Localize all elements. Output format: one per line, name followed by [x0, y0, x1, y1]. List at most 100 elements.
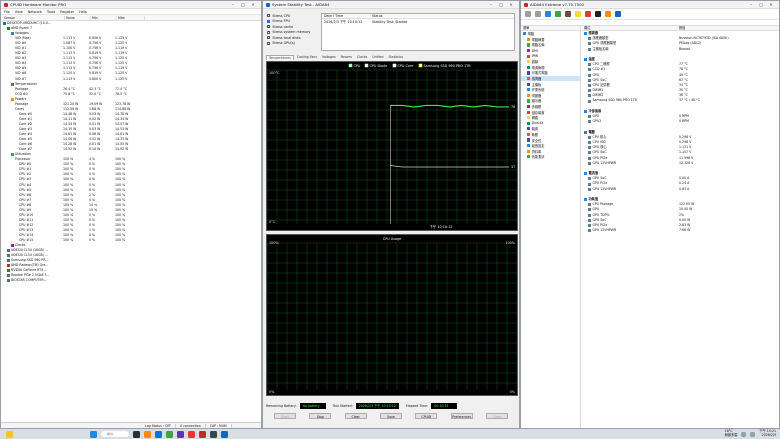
- aida-tree-item[interactable]: 效能測試: [521, 154, 580, 160]
- menu-item[interactable]: Help: [79, 10, 87, 14]
- aida-sensor-panel: 欄位 數值 感測器 感應器類型 Nuvoton NCT6797D (ISA A00h…: [582, 26, 779, 428]
- menu-item[interactable]: Tools: [47, 10, 55, 14]
- save-button[interactable]: Save: [379, 413, 402, 419]
- checkbox-icon[interactable]: [267, 36, 271, 40]
- hwmonitor-task-icon[interactable]: [188, 430, 195, 438]
- app2-task-icon[interactable]: [221, 430, 228, 438]
- close-icon[interactable]: ×: [766, 2, 776, 7]
- log-col-status: Status: [372, 14, 383, 18]
- back-icon[interactable]: [525, 11, 531, 17]
- tree-item-icon: [527, 127, 531, 131]
- column-min[interactable]: Min: [91, 15, 117, 20]
- column-value[interactable]: Value: [65, 15, 91, 20]
- legend-swatch[interactable]: [392, 63, 397, 68]
- stress-option-label: Stress GPU(s): [272, 41, 295, 46]
- network-icon[interactable]: [741, 431, 747, 437]
- task-view-icon[interactable]: [133, 430, 140, 438]
- stop-button[interactable]: Stop: [309, 413, 332, 419]
- taskbar-search[interactable]: 搜尋: [101, 431, 129, 437]
- tree-item-icon: [527, 65, 531, 69]
- tree-item-icon: [527, 76, 531, 81]
- stability-titlebar[interactable]: System Stability Test - AIDA64 – □ ×: [263, 1, 519, 9]
- log-col-datetime: Date / Time: [324, 14, 344, 18]
- graph-tab[interactable]: Statistics: [387, 55, 406, 60]
- legend-swatch[interactable]: [418, 63, 423, 68]
- stability-icon[interactable]: [615, 11, 621, 17]
- checkbox-icon[interactable]: [267, 25, 271, 29]
- close-icon[interactable]: ×: [248, 2, 258, 7]
- app-task-icon[interactable]: [210, 430, 217, 438]
- close-button[interactable]: Close: [485, 413, 508, 419]
- series-line-0: [390, 104, 509, 108]
- benchmark-icon[interactable]: [605, 11, 611, 17]
- minimize-icon[interactable]: –: [486, 2, 496, 7]
- bios-icon[interactable]: [585, 11, 591, 17]
- menu-item[interactable]: File: [4, 10, 10, 14]
- battery-label: Remaining Battery:: [266, 403, 297, 408]
- clock-date[interactable]: 2026/2/3: [759, 433, 776, 438]
- start-button[interactable]: Start: [274, 413, 296, 419]
- clear-button[interactable]: Clear: [344, 413, 367, 419]
- up-icon[interactable]: [545, 11, 551, 17]
- status-keys: CAP : NUM: [206, 423, 232, 428]
- sensor-group-icon: [7, 254, 10, 258]
- graph-tab[interactable]: Cooling Fans: [295, 55, 319, 60]
- hwmonitor-sensor-tree[interactable]: DESKTOP-4RCDUHC (10.0... AMD Ryzen 7 Volta…: [1, 21, 261, 420]
- graph-tab[interactable]: Voltages: [320, 55, 338, 60]
- menu-item[interactable]: View: [15, 10, 23, 14]
- volume-icon[interactable]: [750, 431, 756, 437]
- status-log: Log Status : OFF: [141, 423, 177, 428]
- report-icon[interactable]: [575, 11, 581, 17]
- chrome-icon[interactable]: [166, 430, 173, 438]
- checkbox-icon[interactable]: [267, 14, 271, 18]
- aida-toolbar: [521, 9, 779, 20]
- graph-tab[interactable]: Unified: [370, 55, 385, 60]
- cpuid-button[interactable]: CPUID: [415, 413, 438, 419]
- maximize-icon[interactable]: □: [756, 2, 766, 7]
- minimize-icon[interactable]: –: [228, 2, 238, 7]
- sensor-group-icon: [7, 274, 10, 278]
- forward-icon[interactable]: [535, 11, 541, 17]
- close-icon[interactable]: ×: [506, 2, 516, 7]
- tree-item-label: DMI: [531, 48, 538, 53]
- sensor-row[interactable]: GPU 12VHPWR 7.66 W: [582, 228, 779, 233]
- tree-item-icon: [527, 144, 531, 148]
- aida-titlebar[interactable]: AIDA64 Extreme v7.70.7500 – □ ×: [521, 1, 779, 9]
- sensor-icon: [584, 58, 587, 62]
- graph-tab[interactable]: Clocks: [355, 55, 369, 60]
- maximize-icon[interactable]: □: [238, 2, 248, 7]
- checkbox-icon[interactable]: [267, 19, 271, 23]
- menu-item[interactable]: Network: [28, 10, 42, 14]
- aida-task-icon[interactable]: [199, 430, 206, 438]
- start-icon[interactable]: [90, 430, 97, 438]
- hwmonitor-statusbar: Log Status : OFF 0 connection CAP : NUM: [1, 422, 261, 428]
- hwmonitor-titlebar[interactable]: CPUID Hardware Monitor PRO – □ ×: [1, 1, 261, 9]
- tree-item-label: 電源管理: [531, 65, 545, 70]
- legend-swatch[interactable]: [348, 63, 353, 68]
- maximize-icon[interactable]: □: [496, 2, 506, 7]
- stability-title: System Stability Test - AIDA64: [272, 2, 330, 7]
- minimize-icon[interactable]: –: [746, 2, 756, 7]
- legend-label: Samsung SSD 960 PRO 1TB: [424, 64, 472, 68]
- log-row: 2026/2/3 下午 10:10:12 Stability Test: Sta…: [322, 19, 514, 25]
- preferences-button[interactable]: Preferences: [450, 413, 473, 419]
- store-icon[interactable]: [177, 430, 184, 438]
- graph-tab[interactable]: Temperatures: [266, 55, 294, 60]
- edge-icon[interactable]: [155, 430, 162, 438]
- graph-tab[interactable]: Powers: [339, 55, 354, 60]
- sensor-row[interactable]: BIOSTAR COMPUTER...: [1, 278, 261, 283]
- sensor-group-icon: [7, 27, 10, 31]
- stress-option[interactable]: Stress GPU(s): [267, 41, 321, 47]
- driver-icon[interactable]: [595, 11, 601, 17]
- column-max[interactable]: Max: [117, 15, 145, 20]
- refresh-icon[interactable]: [555, 11, 561, 17]
- menu-item[interactable]: Register: [60, 10, 74, 14]
- column-sensor[interactable]: Sensor: [3, 15, 65, 20]
- weather-icon[interactable]: [6, 430, 13, 438]
- user-icon[interactable]: [565, 11, 571, 17]
- checkbox-icon[interactable]: [267, 41, 271, 45]
- legend-swatch[interactable]: [364, 63, 369, 68]
- file-explorer-icon[interactable]: [144, 430, 151, 438]
- stress-option-label: Stress system memory: [272, 30, 311, 35]
- checkbox-icon[interactable]: [267, 30, 271, 34]
